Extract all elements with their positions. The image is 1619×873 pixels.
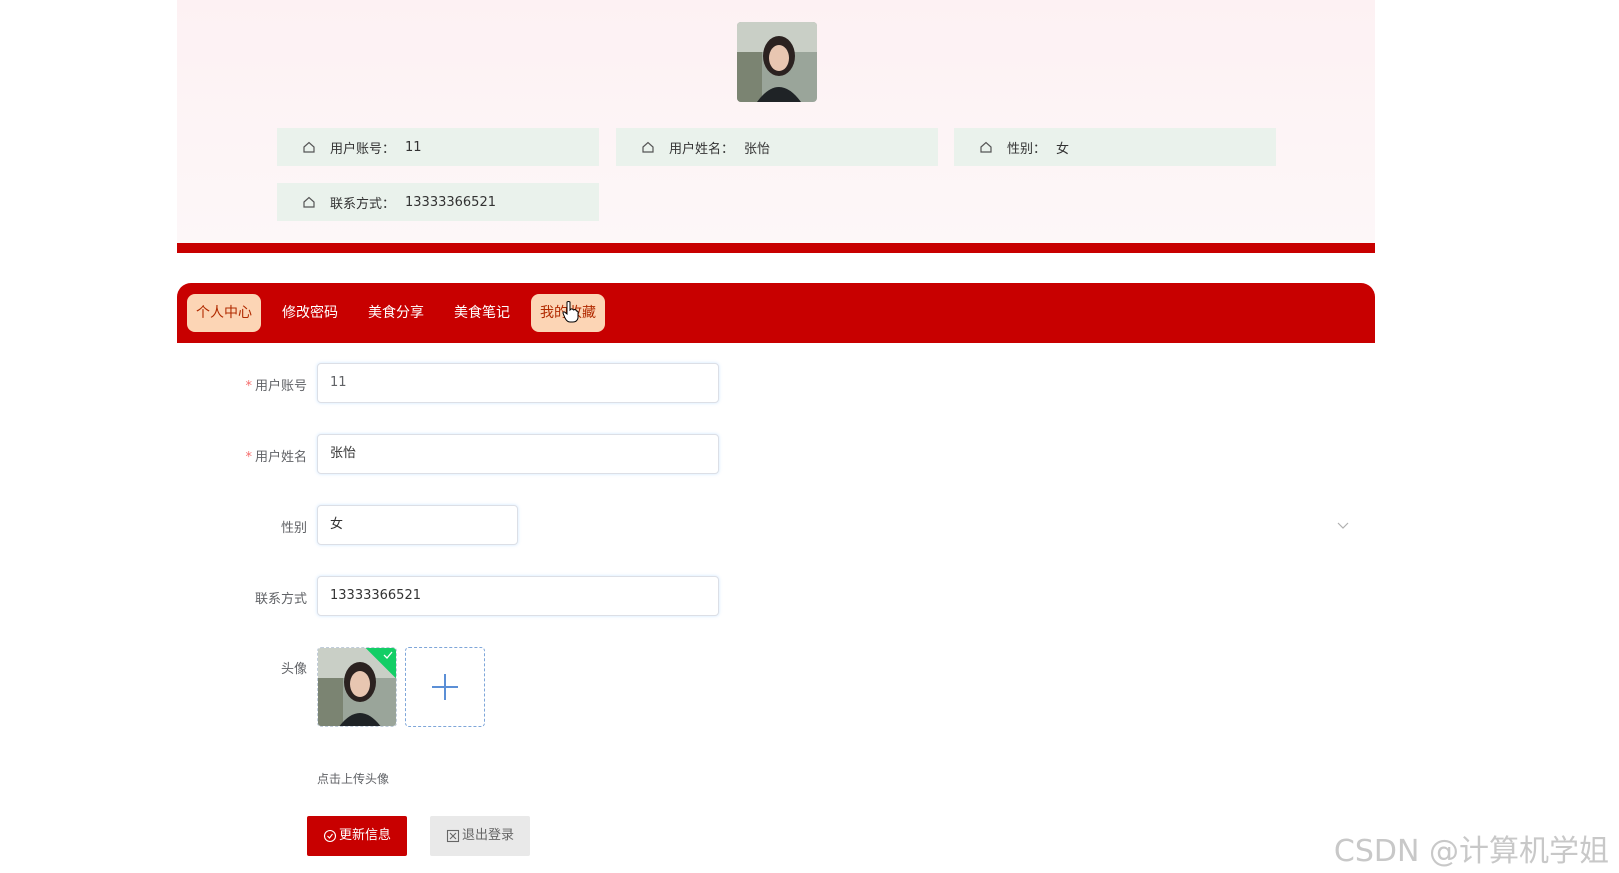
info-label: 用户账号： [330, 141, 396, 157]
plus-icon [432, 674, 458, 700]
info-label: 联系方式： [330, 196, 396, 212]
home-icon [303, 141, 315, 153]
gender-select[interactable]: 女 [317, 505, 518, 545]
upload-hint: 点击上传头像 [317, 772, 390, 786]
info-value: 13333366521 [405, 194, 496, 210]
watermark: CSDN @计算机学姐 [1333, 834, 1609, 869]
profile-panel: 用户账号： 11 用户姓名： 张怡 性别： 女 联系方式： 1333336652… [177, 0, 1375, 243]
uploaded-avatar-thumb[interactable] [317, 647, 397, 727]
info-label: 用户姓名： [669, 141, 735, 157]
info-card-account: 用户账号： 11 [277, 128, 599, 166]
close-square-icon [446, 829, 460, 843]
info-value: 张怡 [744, 141, 771, 157]
info-card-name: 用户姓名： 张怡 [616, 128, 938, 166]
chevron-down-icon[interactable] [1337, 522, 1349, 530]
check-icon [383, 651, 393, 659]
account-input[interactable]: 11 [317, 363, 719, 403]
logout-button[interactable]: 退出登录 [430, 816, 531, 856]
update-info-button[interactable]: 更新信息 [307, 816, 408, 856]
name-label: * 用户姓名 [245, 450, 307, 465]
tab-food-share[interactable]: 美食分享 [359, 294, 433, 332]
tab-change-password[interactable]: 修改密码 [273, 294, 347, 332]
phone-input[interactable]: 13333366521 [317, 576, 719, 616]
info-value: 11 [405, 139, 422, 155]
tab-personal-center[interactable]: 个人中心 [187, 294, 261, 332]
info-card-gender: 性别： 女 [954, 128, 1276, 166]
hand-cursor-icon [562, 301, 579, 323]
tab-food-notes[interactable]: 美食笔记 [445, 294, 519, 332]
info-card-phone: 联系方式： 13333366521 [277, 183, 599, 221]
check-circle-icon [323, 829, 337, 843]
home-icon [980, 141, 992, 153]
avatar-label: 头像 [280, 662, 307, 677]
info-value: 女 [1056, 141, 1070, 157]
phone-label: 联系方式 [254, 592, 307, 607]
home-icon [642, 141, 654, 153]
user-center-nav: 个人中心 修改密码 美食分享 美食笔记 我的收藏 [177, 283, 1375, 343]
home-icon [303, 196, 315, 208]
info-label: 性别： [1007, 141, 1047, 157]
profile-avatar [737, 22, 817, 102]
account-label: * 用户账号 [245, 379, 307, 394]
name-input[interactable]: 张怡 [317, 434, 719, 474]
avatar-upload-button[interactable] [405, 647, 485, 727]
divider-bar [177, 243, 1375, 253]
gender-label: 性别 [280, 521, 307, 536]
